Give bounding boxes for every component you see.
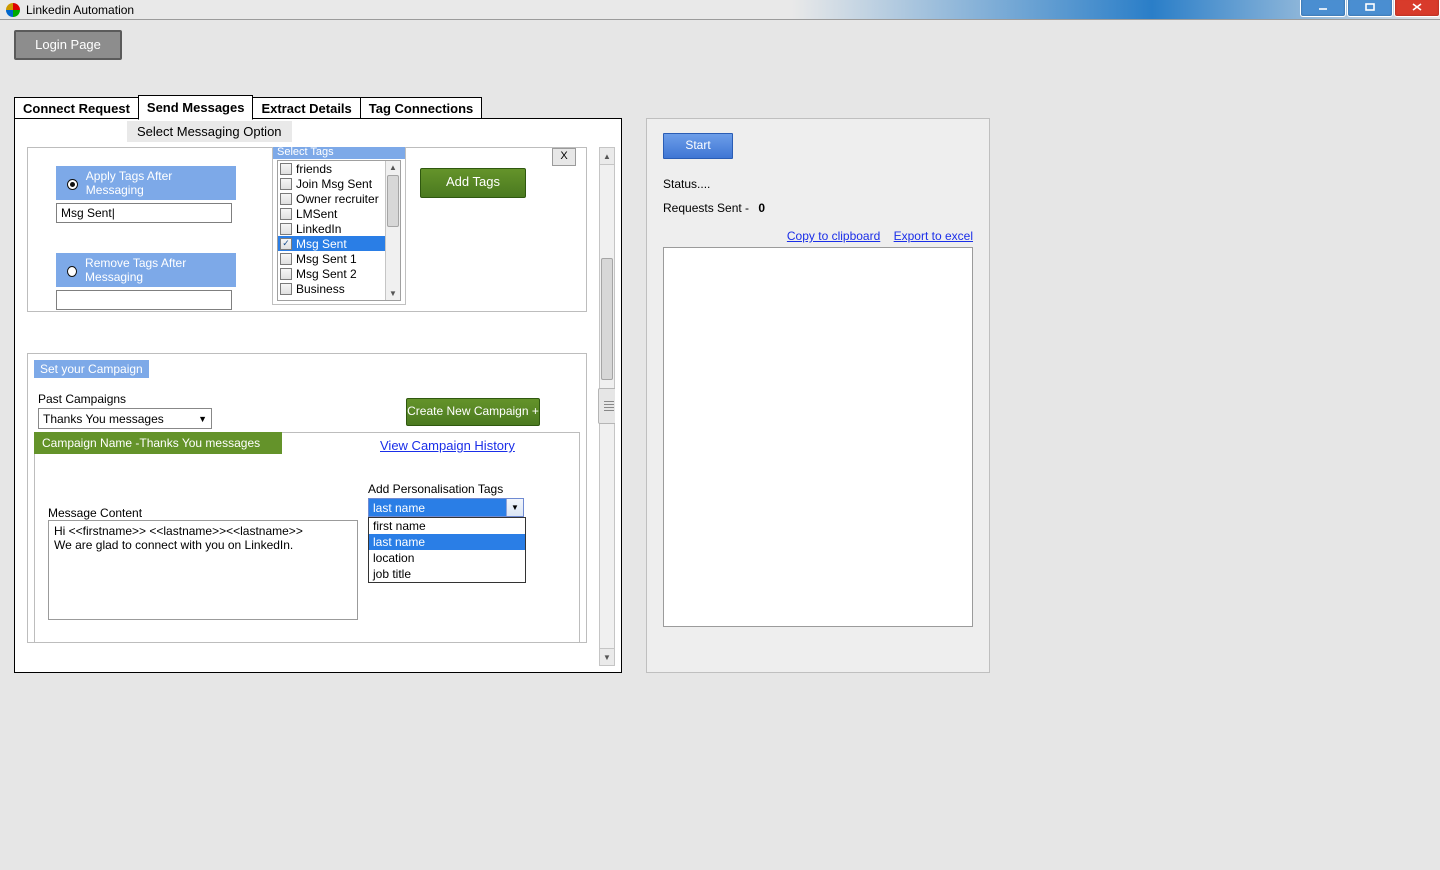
checkbox-icon[interactable] xyxy=(280,163,292,175)
scroll-thumb[interactable] xyxy=(601,258,613,380)
apply-tags-label: Apply Tags After Messaging xyxy=(86,169,230,197)
export-excel-link[interactable]: Export to excel xyxy=(894,229,973,243)
tag-item[interactable]: Owner recruiter xyxy=(278,191,386,206)
message-content-textarea[interactable] xyxy=(48,520,358,620)
export-links: Copy to clipboard Export to excel xyxy=(663,229,973,243)
campaign-section: Set your Campaign Past Campaigns Thanks … xyxy=(27,353,587,643)
checkbox-icon[interactable] xyxy=(280,178,292,190)
checkbox-icon[interactable] xyxy=(280,253,292,265)
set-campaign-label: Set your Campaign xyxy=(34,360,149,378)
personalisation-selected: last name xyxy=(369,499,506,516)
copy-clipboard-link[interactable]: Copy to clipboard xyxy=(787,229,880,243)
persona-option[interactable]: first name xyxy=(369,518,525,534)
tags-scrollbar[interactable]: ▲ ▼ xyxy=(385,161,400,300)
minimize-button[interactable] xyxy=(1300,0,1346,17)
window-controls xyxy=(1300,0,1440,17)
tab-send-messages[interactable]: Send Messages xyxy=(138,95,254,120)
checkbox-icon[interactable] xyxy=(280,208,292,220)
checkbox-icon[interactable] xyxy=(280,268,292,280)
close-icon xyxy=(1411,2,1423,12)
scroll-area: Apply Tags After Messaging Remove Tags A… xyxy=(21,147,615,666)
view-campaign-history-link[interactable]: View Campaign History xyxy=(380,438,515,453)
past-campaigns-dropdown[interactable]: Thanks You messages ▼ xyxy=(38,408,212,429)
results-box xyxy=(663,247,973,627)
apply-tags-input[interactable] xyxy=(56,203,232,223)
apply-tags-radio[interactable] xyxy=(67,179,78,190)
checkbox-icon[interactable]: ✓ xyxy=(280,238,292,250)
scroll-down-icon[interactable]: ▼ xyxy=(386,287,400,300)
chevron-down-icon: ▼ xyxy=(198,414,207,424)
persona-option[interactable]: location xyxy=(369,550,525,566)
minimize-icon xyxy=(1317,2,1329,12)
create-campaign-button[interactable]: Create New Campaign + xyxy=(406,398,540,426)
apply-tags-row[interactable]: Apply Tags After Messaging xyxy=(56,166,236,200)
tag-item-selected[interactable]: ✓Msg Sent xyxy=(278,236,386,251)
login-page-button[interactable]: Login Page xyxy=(14,30,122,60)
checkbox-icon[interactable] xyxy=(280,223,292,235)
tag-item[interactable]: Business xyxy=(278,281,386,296)
requests-line: Requests Sent - 0 xyxy=(663,201,973,215)
status-text: Status.... xyxy=(663,177,973,191)
tag-item[interactable]: friends xyxy=(278,161,386,176)
status-panel: Start Status.... Requests Sent - 0 Copy … xyxy=(646,118,990,673)
select-tags-header: Select Tags xyxy=(273,147,405,159)
add-tags-button[interactable]: Add Tags xyxy=(420,168,526,198)
tags-list[interactable]: friends Join Msg Sent Owner recruiter LM… xyxy=(277,160,401,301)
tag-item[interactable]: LinkedIn xyxy=(278,221,386,236)
checkbox-icon[interactable] xyxy=(280,193,292,205)
split-grip[interactable] xyxy=(598,388,615,424)
requests-count: 0 xyxy=(758,201,765,215)
close-button[interactable] xyxy=(1394,0,1440,17)
scroll-up-icon[interactable]: ▲ xyxy=(600,148,614,165)
remove-tags-input[interactable] xyxy=(56,290,232,310)
window-title: Linkedin Automation xyxy=(26,3,134,17)
select-tags-box: Select Tags friends Join Msg Sent Owner … xyxy=(272,147,406,305)
maximize-icon xyxy=(1364,2,1376,12)
tags-list-inner: friends Join Msg Sent Owner recruiter LM… xyxy=(278,161,386,300)
past-campaigns-value: Thanks You messages xyxy=(43,412,164,426)
scroll-thumb[interactable] xyxy=(387,175,399,227)
tag-item[interactable]: Join Msg Sent xyxy=(278,176,386,191)
tag-item[interactable]: LMSent xyxy=(278,206,386,221)
scroll-down-icon[interactable]: ▼ xyxy=(600,648,614,665)
app-icon xyxy=(6,3,20,17)
chevron-down-icon: ▼ xyxy=(506,499,523,516)
tag-item[interactable]: Msg Sent 1 xyxy=(278,251,386,266)
message-content-label: Message Content xyxy=(48,506,142,520)
messaging-option-button[interactable]: Select Messaging Option xyxy=(127,121,292,142)
tag-item[interactable]: Msg Sent 2 xyxy=(278,266,386,281)
close-x-button[interactable]: X xyxy=(552,148,576,166)
checkbox-icon[interactable] xyxy=(280,283,292,295)
panel-scrollbar[interactable]: ▲ ▼ xyxy=(599,147,615,666)
campaign-name-label: Campaign Name -Thanks You messages xyxy=(34,432,282,454)
send-messages-panel: Select Messaging Option Apply Tags After… xyxy=(14,118,622,673)
personalisation-label: Add Personalisation Tags xyxy=(368,482,503,496)
maximize-button[interactable] xyxy=(1347,0,1393,17)
title-bar: Linkedin Automation xyxy=(0,0,1440,20)
remove-tags-radio[interactable] xyxy=(67,266,77,277)
remove-tags-row[interactable]: Remove Tags After Messaging xyxy=(56,253,236,287)
remove-tags-label: Remove Tags After Messaging xyxy=(85,256,230,284)
start-button[interactable]: Start xyxy=(663,133,733,159)
scroll-up-icon[interactable]: ▲ xyxy=(386,161,400,174)
persona-option[interactable]: job title xyxy=(369,566,525,582)
personalisation-dropdown[interactable]: last name ▼ xyxy=(368,498,524,517)
tag-section: Apply Tags After Messaging Remove Tags A… xyxy=(27,147,587,312)
app-window: Linkedin Automation Login Page Connect R… xyxy=(0,0,1440,870)
requests-label: Requests Sent - xyxy=(663,201,749,215)
subheader-wrap: Select Messaging Option xyxy=(15,119,621,144)
personalisation-options-list[interactable]: first name last name location job title xyxy=(368,517,526,583)
persona-option-highlighted[interactable]: last name xyxy=(369,534,525,550)
